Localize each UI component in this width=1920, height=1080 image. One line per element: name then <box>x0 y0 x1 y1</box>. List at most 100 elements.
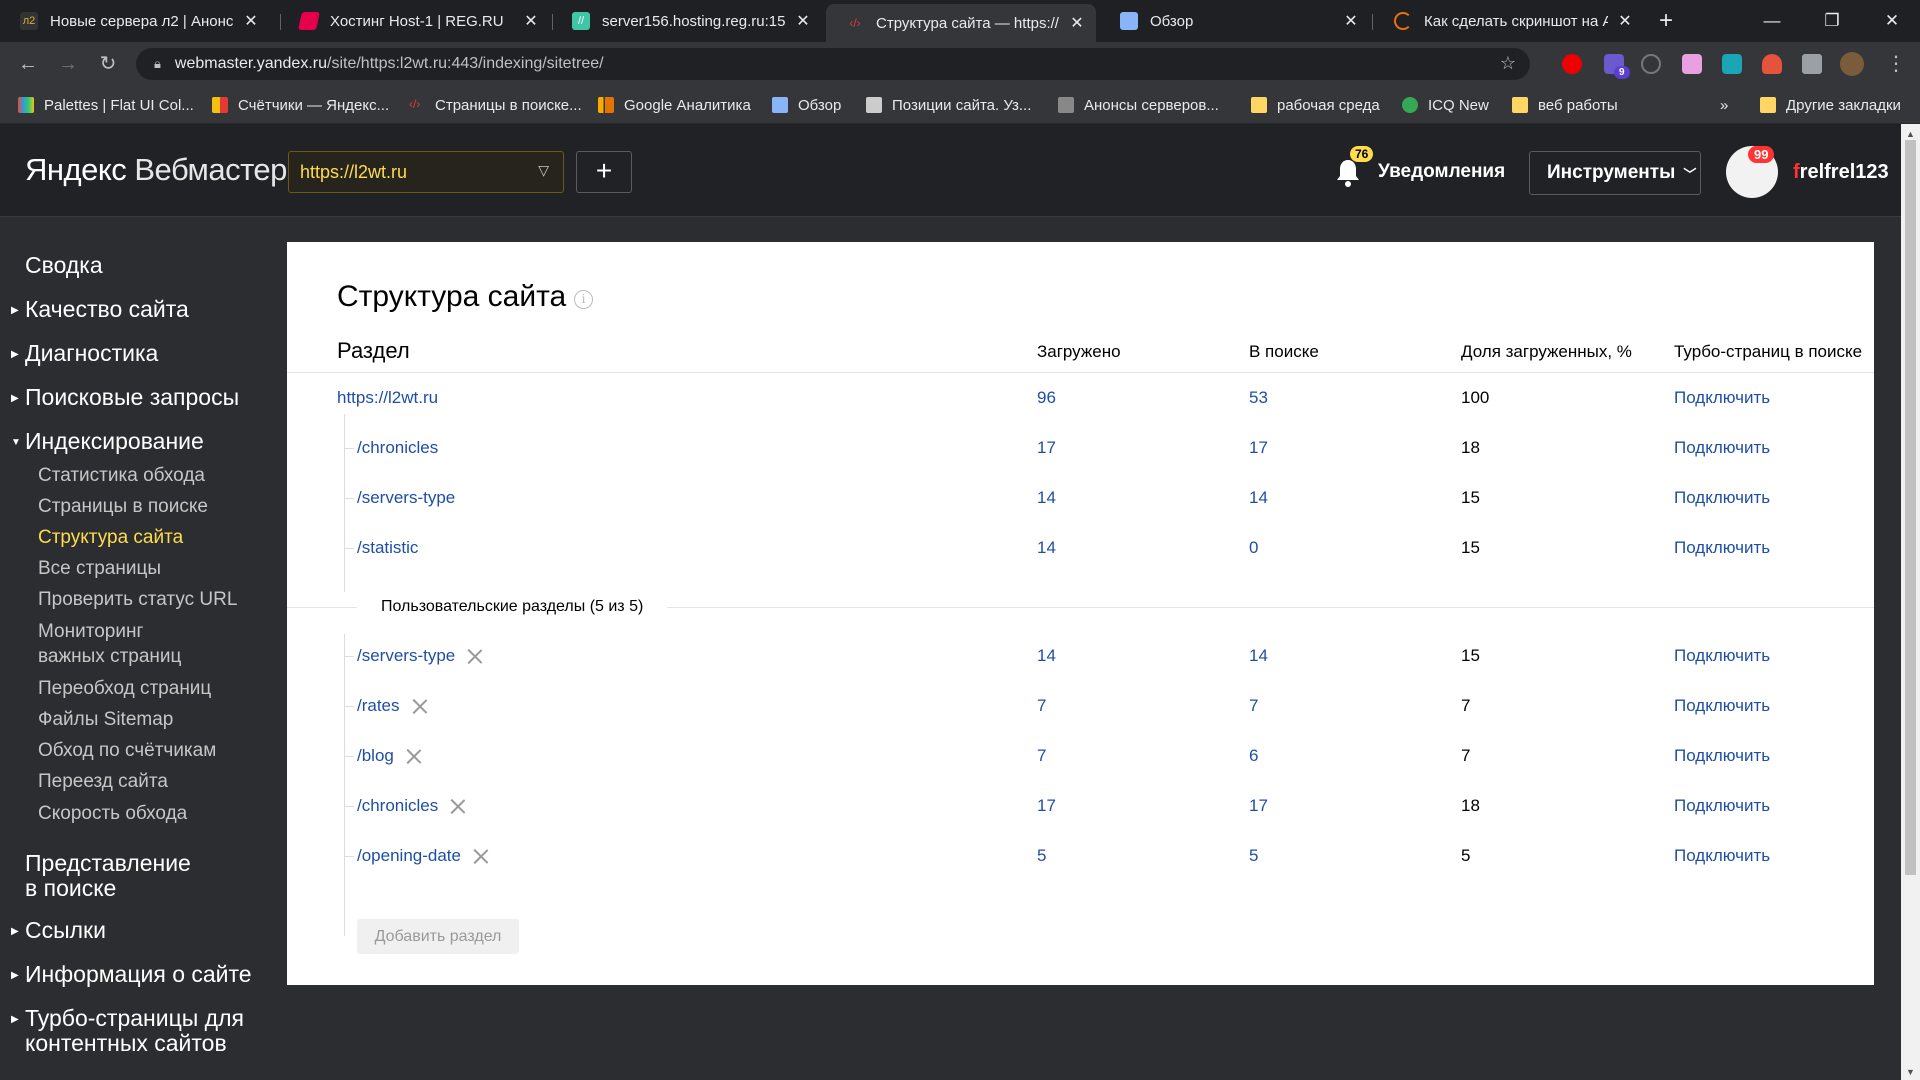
in-search-count[interactable]: 14 <box>1249 646 1268 666</box>
browser-tab[interactable]: Обзор ✕ <box>1100 0 1370 42</box>
yandex-webmaster-logo[interactable]: Яндекс Вебмастер <box>25 152 287 188</box>
in-search-count[interactable]: 53 <box>1249 388 1268 408</box>
new-tab-button[interactable]: + <box>1652 8 1680 36</box>
nav-sub-sitemap[interactable]: Файлы Sitemap <box>38 709 173 731</box>
nav-sub-check-url[interactable]: Проверить статус URL <box>38 589 237 611</box>
extension-icon[interactable] <box>1722 54 1742 74</box>
username[interactable]: frelfrel123 <box>1793 161 1889 184</box>
delete-section-icon[interactable] <box>450 798 466 814</box>
browser-tab[interactable]: // server156.hosting.reg.ru:1500 ✕ <box>552 0 822 42</box>
section-link[interactable]: /opening-date <box>357 846 461 866</box>
scrollbar-thumb[interactable] <box>1905 140 1916 875</box>
tab-close-icon[interactable]: ✕ <box>242 11 260 31</box>
loaded-count[interactable]: 5 <box>1037 846 1046 866</box>
nav-item-search-appearance[interactable]: Представление <box>25 850 191 877</box>
delete-section-icon[interactable] <box>406 748 422 764</box>
forward-icon[interactable]: → <box>54 50 82 78</box>
in-search-count[interactable]: 17 <box>1249 796 1268 816</box>
nav-item-summary[interactable]: Сводка <box>25 252 103 279</box>
section-link[interactable]: /statistic <box>357 538 418 558</box>
turbo-connect-link[interactable]: Подключить <box>1674 846 1770 866</box>
extension-icon[interactable] <box>1762 54 1782 74</box>
turbo-connect-link[interactable]: Подключить <box>1674 538 1770 558</box>
nav-item-search-queries[interactable]: ▶ Поисковые запросы <box>11 384 239 411</box>
delete-section-icon[interactable] <box>473 848 489 864</box>
browser-tab[interactable]: Хостинг Host-1 | REG.RU ✕ <box>280 0 550 42</box>
bookmark-star-icon[interactable]: ☆ <box>1500 53 1516 74</box>
browser-menu-icon[interactable]: ⋮ <box>1882 50 1910 78</box>
section-link[interactable]: /chronicles <box>357 438 438 458</box>
profile-avatar-icon[interactable] <box>1840 52 1864 76</box>
nav-sub-counters-crawl[interactable]: Обход по счётчикам <box>38 740 216 762</box>
nav-sub-crawl-speed[interactable]: Скорость обхода <box>38 803 187 825</box>
loaded-count[interactable]: 17 <box>1037 438 1056 458</box>
browser-tab[interactable]: Как сделать скриншот на Ас ✕ <box>1374 0 1644 42</box>
loaded-count[interactable]: 96 <box>1037 388 1056 408</box>
nav-item-diagnostics[interactable]: ▶ Диагностика <box>11 340 158 367</box>
in-search-count[interactable]: 5 <box>1249 846 1258 866</box>
nav-sub-crawl-stats[interactable]: Статистика обхода <box>38 465 205 487</box>
section-link[interactable]: /servers-type <box>357 646 455 666</box>
tab-close-icon[interactable]: ✕ <box>522 11 540 31</box>
nav-item-indexing[interactable]: ▼ Индексирование <box>11 428 204 455</box>
loaded-count[interactable]: 7 <box>1037 746 1046 766</box>
reload-icon[interactable]: ↻ <box>94 50 122 78</box>
nav-sub-all-pages[interactable]: Все страницы <box>38 558 161 580</box>
turbo-connect-link[interactable]: Подключить <box>1674 388 1770 408</box>
bookmark-folder[interactable]: Другие закладки <box>1760 86 1901 124</box>
extensions-puzzle-icon[interactable] <box>1802 54 1822 74</box>
turbo-connect-link[interactable]: Подключить <box>1674 796 1770 816</box>
nav-sub-recrawl[interactable]: Переобход страниц <box>38 678 211 700</box>
bookmark-folder[interactable]: рабочая среда <box>1251 86 1380 124</box>
restore-icon[interactable]: ❐ <box>1802 0 1862 42</box>
bookmarks-more-icon[interactable]: » <box>1720 86 1728 124</box>
tab-close-icon[interactable]: ✕ <box>1616 11 1634 31</box>
bookmark[interactable]: ICQ New <box>1402 86 1489 124</box>
back-icon[interactable]: ← <box>14 50 42 78</box>
add-section-button[interactable]: Добавить раздел <box>357 919 519 954</box>
turbo-connect-link[interactable]: Подключить <box>1674 488 1770 508</box>
nav-sub-pages-in-search[interactable]: Страницы в поиске <box>38 496 208 518</box>
loaded-count[interactable]: 14 <box>1037 488 1056 508</box>
notifications-button[interactable]: 76 Уведомления <box>1334 146 1505 187</box>
delete-section-icon[interactable] <box>467 648 483 664</box>
nav-sub-monitoring-line2[interactable]: важных страниц <box>38 646 181 668</box>
delete-section-icon[interactable] <box>412 698 428 714</box>
browser-tab-active[interactable]: ‹/› Структура сайта — https://l2 ✕ <box>826 4 1096 42</box>
turbo-connect-link[interactable]: Подключить <box>1674 696 1770 716</box>
nav-item-turbo-line2[interactable]: контентных сайтов <box>25 1030 227 1057</box>
tab-close-icon[interactable]: ✕ <box>1068 13 1086 33</box>
in-search-count[interactable]: 6 <box>1249 746 1258 766</box>
nav-sub-site-structure[interactable]: Структура сайта <box>38 527 183 549</box>
in-search-count[interactable]: 14 <box>1249 488 1268 508</box>
address-bar[interactable]: 🔒︎ webmaster.yandex.ru/site/https:l2wt.r… <box>136 48 1530 80</box>
nav-item-search-appearance-line2[interactable]: в поиске <box>25 875 116 902</box>
bookmark[interactable]: Счётчики — Яндекс... <box>212 86 389 124</box>
browser-tab[interactable]: л2 Новые сервера л2 | Анонсы ✕ <box>0 0 270 42</box>
scroll-down-icon[interactable]: ▼ <box>1901 1064 1920 1080</box>
bookmark[interactable]: Palettes | Flat UI Col... <box>18 86 194 124</box>
minimize-icon[interactable]: — <box>1742 0 1802 42</box>
nav-item-turbo[interactable]: ▶ Турбо-страницы для <box>11 1005 244 1032</box>
bookmark[interactable]: ‹/› Страницы в поиске... <box>409 86 582 124</box>
tab-close-icon[interactable]: ✕ <box>1342 11 1360 31</box>
bookmark[interactable]: Анонсы серверов... <box>1058 86 1219 124</box>
loaded-count[interactable]: 14 <box>1037 538 1056 558</box>
bookmark[interactable]: Позиции сайта. Уз... <box>866 86 1031 124</box>
nav-sub-monitoring[interactable]: Мониторинг <box>38 621 143 643</box>
bookmark[interactable]: Обзор <box>772 86 841 124</box>
loaded-count[interactable]: 7 <box>1037 696 1046 716</box>
nav-item-quality[interactable]: ▶ Качество сайта <box>11 296 189 323</box>
in-search-count[interactable]: 7 <box>1249 696 1258 716</box>
in-search-count[interactable]: 0 <box>1249 538 1258 558</box>
bookmark-folder[interactable]: веб работы <box>1512 86 1618 124</box>
loaded-count[interactable]: 17 <box>1037 796 1056 816</box>
nav-item-site-info[interactable]: ▶ Информация о сайте <box>11 961 252 988</box>
section-link[interactable]: /chronicles <box>357 796 438 816</box>
info-icon[interactable]: i <box>574 290 593 309</box>
bookmark[interactable]: Google Аналитика <box>598 86 751 124</box>
nav-item-links[interactable]: ▶ Ссылки <box>11 917 106 944</box>
section-link-root[interactable]: https://l2wt.ru <box>337 388 438 408</box>
turbo-connect-link[interactable]: Подключить <box>1674 746 1770 766</box>
turbo-connect-link[interactable]: Подключить <box>1674 438 1770 458</box>
